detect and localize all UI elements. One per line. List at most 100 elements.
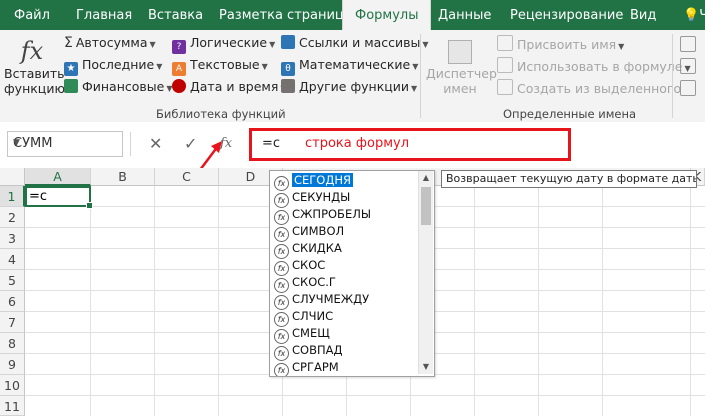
row-header[interactable]: 2 (0, 207, 25, 228)
insert-function-label-2: функцию (4, 81, 65, 96)
row-header[interactable]: 10 (0, 375, 25, 396)
list-item[interactable]: fx СКОС.Г (271, 274, 417, 293)
ribbon-body: fx Вставить функцию Σ Автосумма ▼ ★ Последн… (0, 30, 705, 123)
scroll-up-icon[interactable]: ▲ (419, 171, 433, 185)
insert-function-label-1: Вставить (4, 66, 65, 81)
gridline (602, 186, 603, 416)
row-header[interactable]: 1 (0, 186, 25, 207)
formula-bar-annotation: строка формул (305, 136, 410, 151)
active-cell-a1[interactable]: =c (25, 186, 93, 209)
tab-review[interactable]: Рецензирование (510, 0, 623, 30)
gridline (538, 186, 539, 416)
list-item[interactable]: fx СЛУЧМЕЖДУ (271, 291, 417, 310)
lightbulb-icon: 💡 (683, 8, 700, 23)
fx-small-icon (497, 57, 513, 73)
clock-icon (172, 79, 186, 93)
list-item[interactable]: fx СКОС (271, 257, 417, 276)
list-item[interactable]: fx СЖПРОБЕЛЫ (271, 206, 417, 225)
group-separator (420, 34, 421, 118)
lookup-icon (281, 35, 295, 49)
column-header-c[interactable]: C (155, 168, 219, 186)
text-button[interactable]: A Текстовые ▼ (172, 57, 268, 76)
tab-tell-me[interactable]: 💡Ч (683, 0, 705, 30)
grid-icon (497, 79, 513, 95)
tab-formulas[interactable]: Формулы (342, 0, 432, 32)
star-icon: ★ (64, 62, 78, 76)
lookup-button[interactable]: Ссылки и массивы ▼ (281, 35, 429, 50)
column-header-a[interactable]: A (25, 168, 91, 186)
formula-input[interactable] (249, 128, 571, 161)
gridline (154, 186, 155, 416)
row-header[interactable]: 6 (0, 291, 25, 312)
text-icon: A (172, 62, 186, 76)
row-header[interactable]: 9 (0, 354, 25, 375)
list-item[interactable]: fx СКИДКА (271, 240, 417, 259)
formula-auditing-icons[interactable] (680, 36, 702, 96)
row-header[interactable]: 8 (0, 333, 25, 354)
use-in-formula-button[interactable]: Использовать в формуле ▼ (497, 57, 691, 74)
list-item[interactable]: fx СОВПАД (271, 342, 417, 361)
cell-a1-value: =c (29, 189, 48, 204)
tab-insert[interactable]: Вставка (148, 0, 203, 30)
list-item[interactable]: fx СИМВОЛ (271, 223, 417, 242)
other-functions-button[interactable]: Другие функции ▼ (281, 79, 417, 94)
financial-button[interactable]: Финансовые ▼ (64, 79, 173, 94)
row-header[interactable]: 3 (0, 228, 25, 249)
more-functions-icon (281, 79, 295, 93)
group-separator (672, 34, 673, 118)
list-item[interactable]: fx СЕКУНДЫ (271, 189, 417, 208)
formula-content: =c (262, 136, 281, 151)
ribbon-tab-bar: Файл Главная Вставка Разметка страницы Ф… (0, 0, 705, 32)
gridline (474, 186, 475, 416)
name-manager-icon (448, 40, 472, 64)
tab-file[interactable]: Файл (14, 0, 50, 30)
recent-button[interactable]: ★ Последние ▼ (64, 57, 162, 76)
tab-view[interactable]: Вид (630, 0, 656, 30)
logical-button[interactable]: ? Логические ▼ (172, 35, 275, 54)
divider (130, 132, 131, 156)
list-item[interactable]: fx СМЕЩ (271, 325, 417, 344)
create-from-selection-button[interactable]: Создать из выделенного (497, 79, 681, 96)
cancel-button[interactable]: ✕ (149, 134, 162, 153)
chevron-down-icon: ▼ (13, 138, 20, 148)
fill-handle[interactable] (86, 202, 93, 209)
defined-names-group-label: Определенные имена (503, 107, 637, 121)
gridline (90, 186, 91, 416)
tag-icon (497, 35, 513, 51)
list-item[interactable]: fx СЛЧИС (271, 308, 417, 327)
tab-home[interactable]: Главная (76, 0, 132, 30)
autosum-button[interactable]: Σ Автосумма ▼ (64, 35, 156, 51)
remove-arrows-icon (680, 80, 696, 96)
column-header-b[interactable]: B (91, 168, 155, 186)
gridline (690, 186, 691, 416)
row-header[interactable]: 5 (0, 270, 25, 291)
logical-icon: ? (172, 40, 186, 54)
name-manager-button[interactable]: Диспетчер имен (426, 36, 497, 102)
function-library-group-label: Библиотека функций (156, 107, 286, 121)
function-autocomplete-list[interactable]: fx СЕГОДНЯ fx СЕКУНДЫ fx СЖПРОБЕЛЫ fx СИМВОЛ… (269, 170, 435, 377)
name-box[interactable]: СУММ ▼ (7, 131, 123, 157)
scroll-down-icon[interactable]: ▼ (419, 360, 433, 374)
fx-icon: fx (20, 37, 44, 65)
insert-function-button[interactable]: fx Вставить функцию (4, 34, 65, 102)
function-icon: fx (274, 363, 289, 376)
datetime-button[interactable]: Дата и время▼ (172, 79, 287, 94)
sigma-icon: Σ (64, 35, 73, 51)
math-button[interactable]: θ Математические ▼ (281, 57, 418, 76)
tab-page-layout[interactable]: Разметка страницы (219, 0, 354, 30)
trace-precedents-icon (680, 36, 696, 52)
autocomplete-scrollbar[interactable]: ▲ ▼ (418, 171, 433, 374)
select-all-corner[interactable] (0, 168, 25, 186)
row-header[interactable]: 11 (0, 396, 25, 416)
list-item[interactable]: fx СРГАРМ (271, 359, 417, 376)
scroll-thumb[interactable] (421, 187, 431, 225)
define-name-button[interactable]: Присвоить имя ▼ (497, 35, 624, 52)
row-header[interactable]: 4 (0, 249, 25, 270)
financial-icon (64, 79, 78, 93)
trace-dependents-icon (680, 58, 696, 74)
list-item[interactable]: fx СЕГОДНЯ (271, 172, 417, 191)
theta-icon: θ (281, 62, 295, 76)
tab-data[interactable]: Данные (438, 0, 491, 30)
row-header[interactable]: 7 (0, 312, 25, 333)
gridline (218, 186, 219, 416)
